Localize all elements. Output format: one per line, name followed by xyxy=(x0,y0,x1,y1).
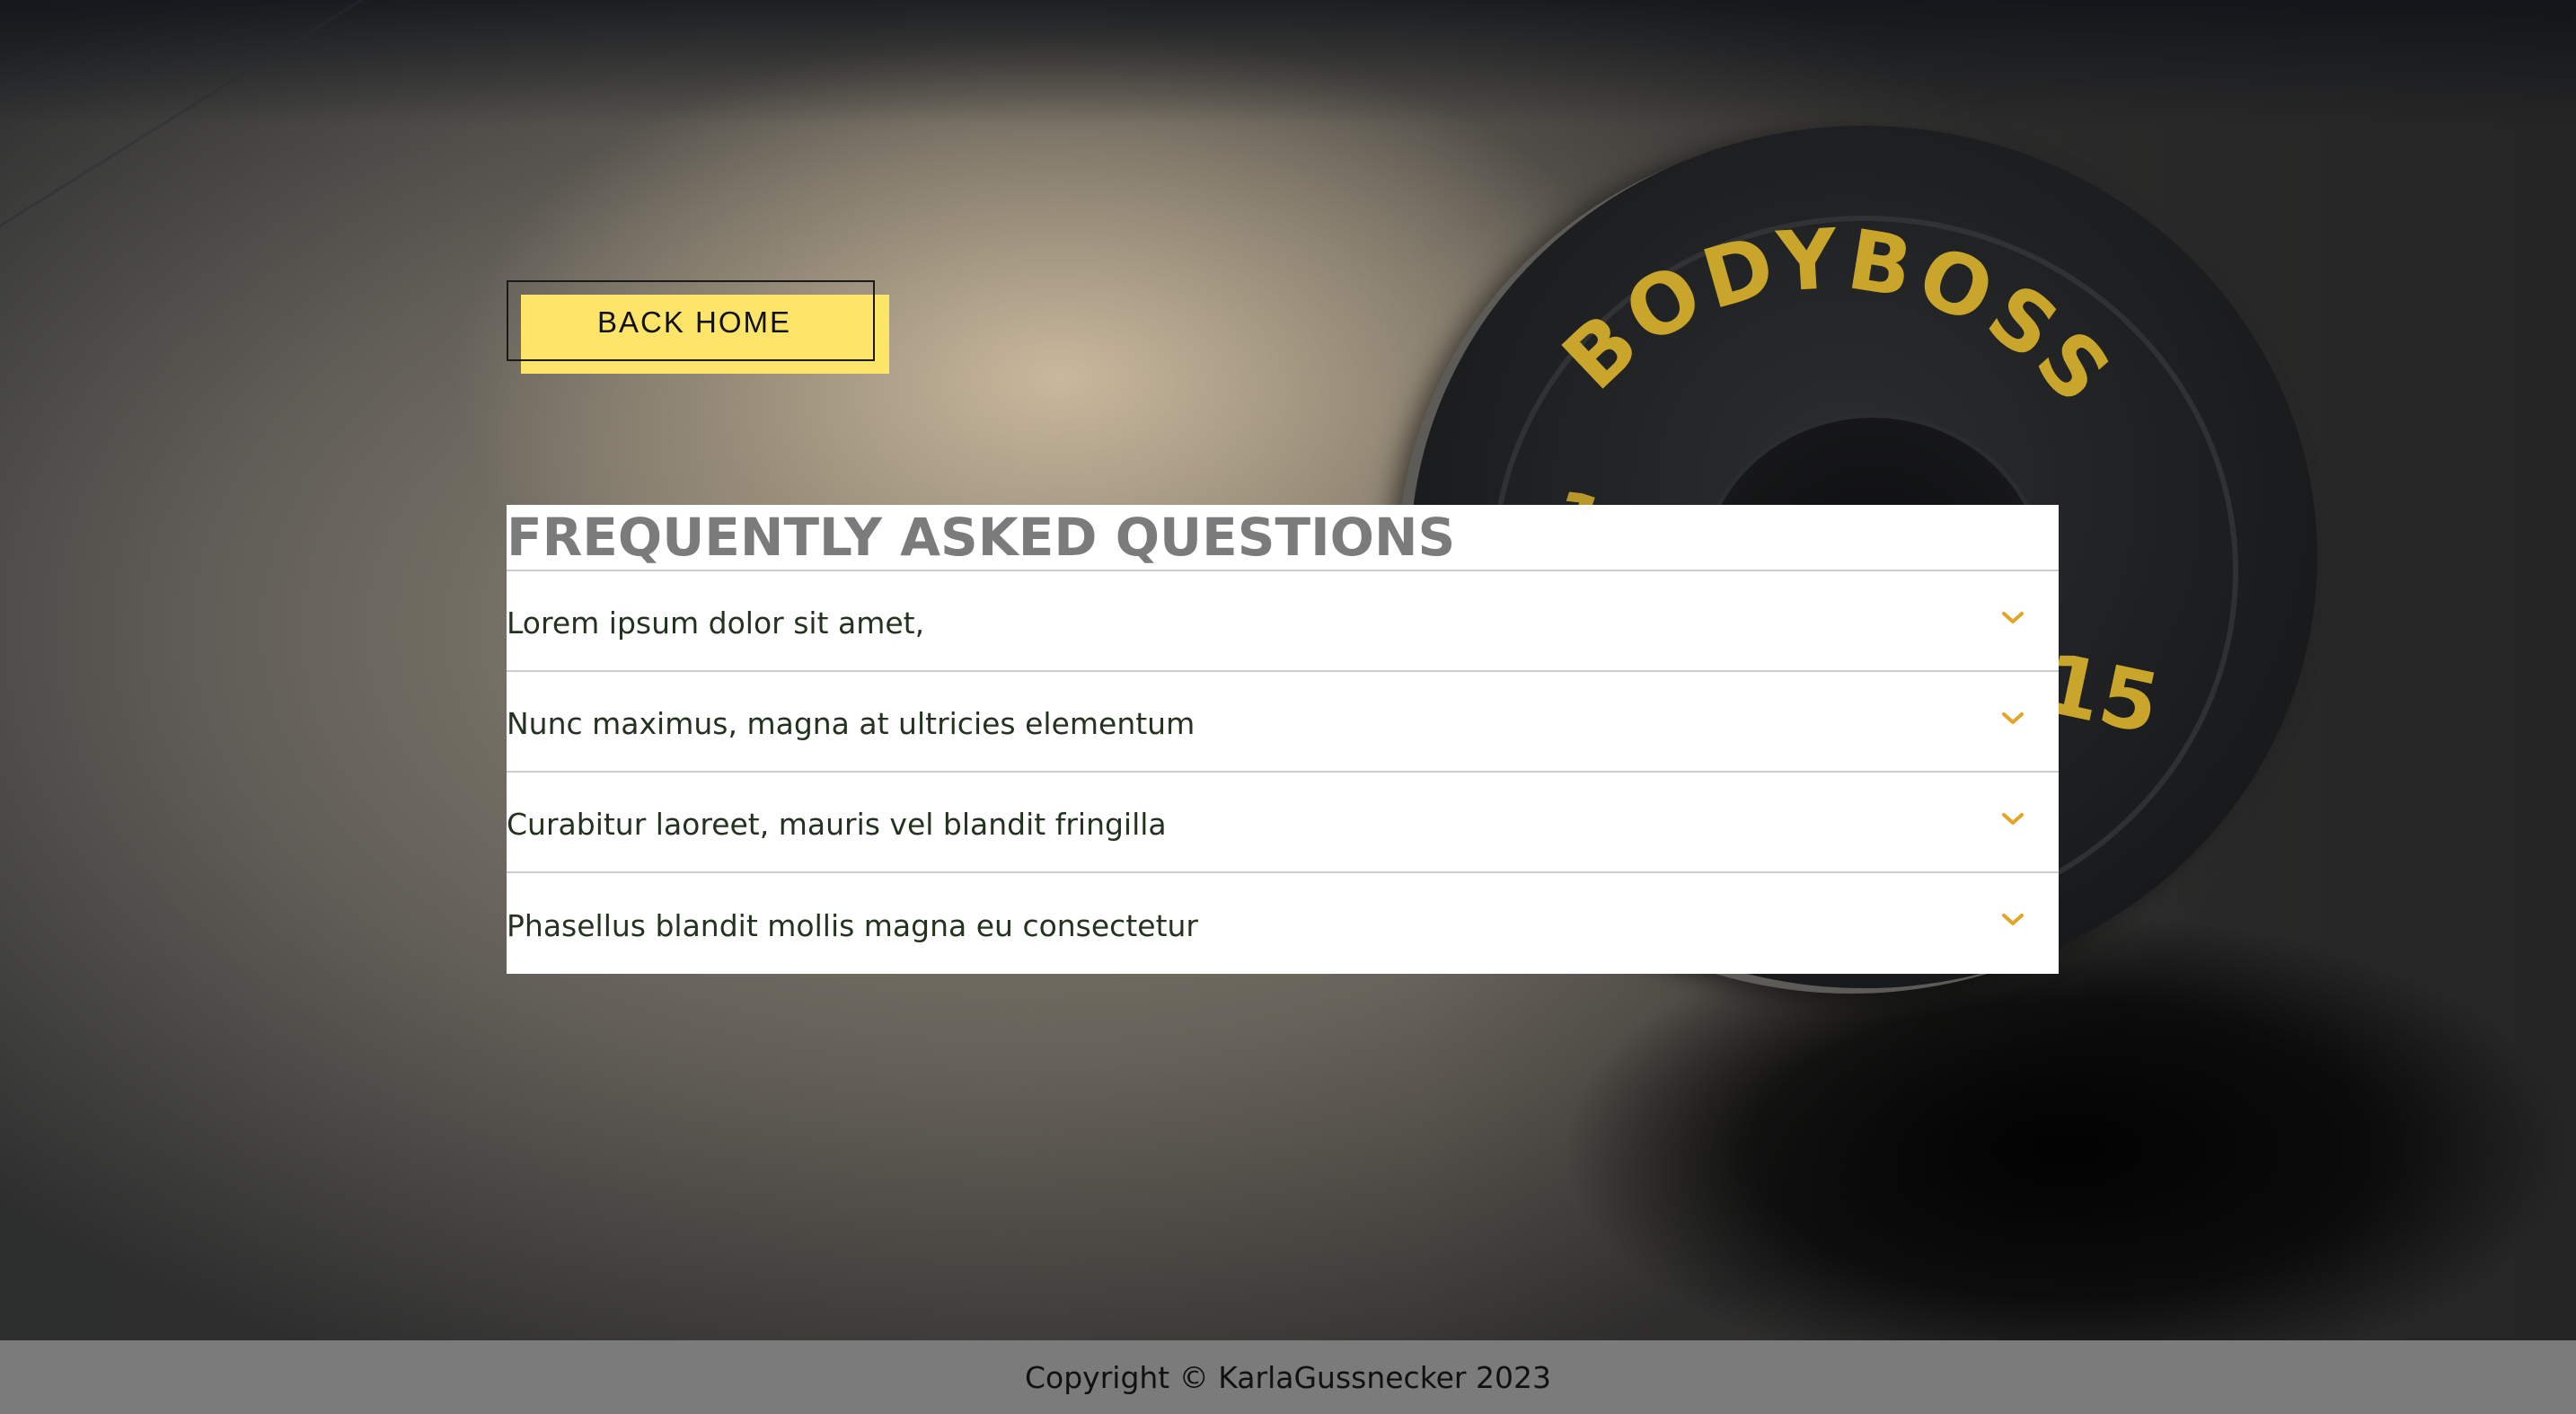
faq-question: Lorem ipsum dolor sit amet, xyxy=(507,605,925,641)
faq-title: FREQUENTLY ASKED QUESTIONS xyxy=(507,505,2059,571)
back-home-button[interactable]: BACK HOME xyxy=(507,280,875,361)
back-home-container: BACK HOME xyxy=(507,280,889,376)
plate-brand-text: BODYBOSS xyxy=(1545,211,2127,426)
faq-panel: FREQUENTLY ASKED QUESTIONS Lorem ipsum d… xyxy=(507,505,2059,974)
chevron-down-icon[interactable] xyxy=(2001,911,2025,929)
faq-item[interactable]: Lorem ipsum dolor sit amet, xyxy=(507,571,2059,672)
faq-question: Phasellus blandit mollis magna eu consec… xyxy=(507,907,1198,943)
faq-item[interactable]: Nunc maximus, magna at ultricies element… xyxy=(507,672,2059,773)
footer: Copyright © KarlaGussnecker 2023 xyxy=(0,1340,2576,1414)
svg-text:BODYBOSS: BODYBOSS xyxy=(1545,211,2132,426)
faq-item[interactable]: Phasellus blandit mollis magna eu consec… xyxy=(507,873,2059,974)
faq-question: Nunc maximus, magna at ultricies element… xyxy=(507,705,1195,741)
chevron-down-icon[interactable] xyxy=(2001,609,2025,627)
chevron-down-icon[interactable] xyxy=(2001,810,2025,828)
faq-question: Curabitur laoreet, mauris vel blandit fr… xyxy=(507,806,1167,842)
background-shade-top xyxy=(0,0,2576,126)
copyright-text: Copyright © KarlaGussnecker 2023 xyxy=(1025,1359,1551,1395)
faq-item[interactable]: Curabitur laoreet, mauris vel blandit fr… xyxy=(507,773,2059,873)
chevron-down-icon[interactable] xyxy=(2001,710,2025,728)
